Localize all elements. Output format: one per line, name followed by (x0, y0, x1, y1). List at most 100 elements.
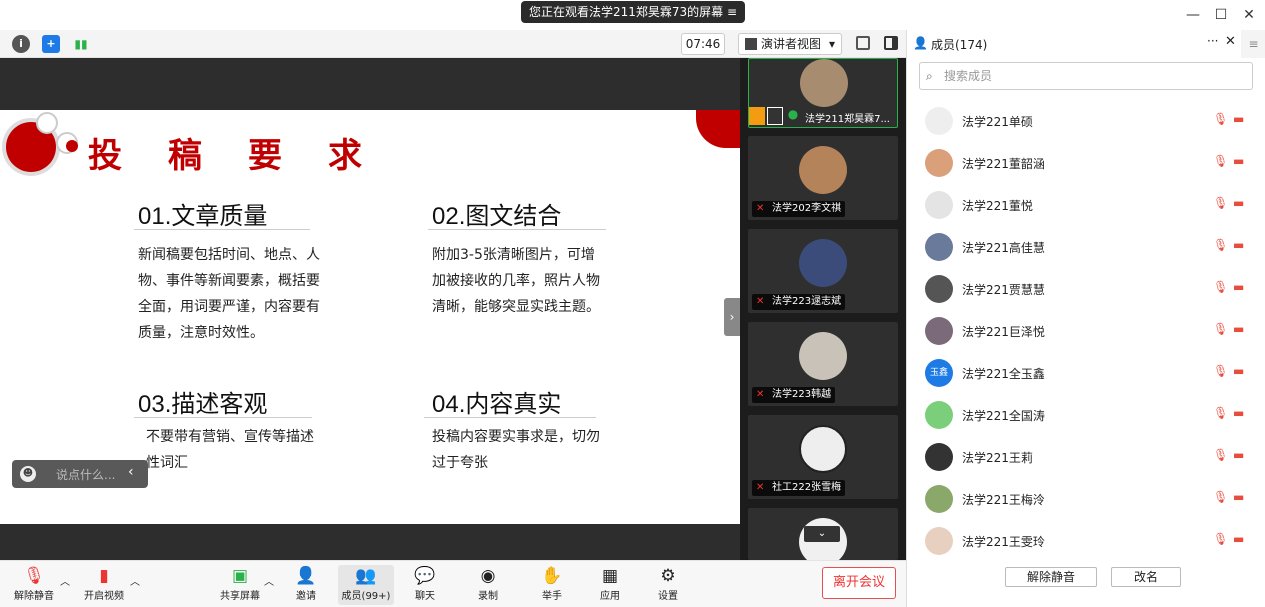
avatar (925, 107, 953, 135)
apps-icon: ▦ (601, 566, 619, 586)
chat-input[interactable]: ☻ 说点什么... ‹ (12, 460, 148, 488)
member-row[interactable]: 法学221高佳慧 🎙 ▬ (907, 226, 1257, 268)
camera-off-icon: ▬ (1233, 112, 1245, 126)
avatar (925, 485, 953, 513)
fullscreen-icon[interactable] (856, 36, 870, 50)
mic-muted-icon: 🎙 (1213, 532, 1229, 546)
settings-button[interactable]: ⚙ 设置 (640, 565, 696, 605)
emoji-icon[interactable]: ☻ (20, 466, 36, 482)
tile-name: 法学202李文祺 (752, 201, 846, 217)
member-row[interactable]: 法学221单硕 🎙 ▬ (907, 100, 1257, 142)
member-row[interactable]: 法学221王梅泠 🎙 ▬ (907, 478, 1257, 520)
member-row[interactable]: 法学221全国涛 🎙 ▬ (907, 394, 1257, 436)
raise-hand-button[interactable]: ✋ 举手 (524, 565, 580, 605)
chevron-up-icon[interactable]: ︿ (264, 573, 274, 588)
members-button[interactable]: 👥 成员(99+) (338, 565, 394, 605)
member-row[interactable]: 法学221巨泽悦 🎙 ▬ (907, 310, 1257, 352)
close-button[interactable]: ✕ (1239, 6, 1259, 24)
video-tile[interactable]: 法学223逯志斌 (748, 229, 898, 313)
camera-off-icon: ▬ (1233, 448, 1245, 462)
video-tile[interactable]: 法学202李文祺 (748, 136, 898, 220)
invite-button[interactable]: 👤 邀请 (278, 565, 334, 605)
section-4-body: 投稿内容要实事求是，切勿过于夸张 (432, 429, 600, 471)
slide-logo (6, 112, 78, 172)
leave-meeting-button[interactable]: 离开会议 (822, 567, 896, 599)
member-name: 法学221高佳慧 (962, 241, 1045, 255)
member-name: 法学221贾慧慧 (962, 283, 1045, 297)
video-tile[interactable]: ⌄ (748, 508, 898, 566)
meeting-toolbar: i + ▮▮ 07:46 演讲者视图 ▾ (0, 30, 906, 58)
share-screen-icon: ▣ (231, 566, 249, 586)
tile-name: 法学223逯志斌 (752, 294, 846, 310)
camera-off-icon: ▬ (1233, 364, 1245, 378)
member-row[interactable]: 法学221贾慧慧 🎙 ▬ (907, 268, 1257, 310)
speaker-view-icon (745, 38, 757, 50)
apps-label: 应用 (600, 591, 620, 602)
search-icon: ⌕ (926, 69, 933, 83)
record-icon: ◉ (480, 566, 496, 586)
avatar (799, 146, 847, 194)
add-user-icon: 👤 (295, 566, 317, 586)
member-row[interactable]: 法学221董韶涵 🎙 ▬ (907, 142, 1257, 184)
chat-button[interactable]: 💬 聊天 (397, 565, 453, 605)
minimize-button[interactable]: — (1183, 6, 1203, 24)
mic-muted-icon: 🎙 (1213, 280, 1229, 294)
maximize-button[interactable]: ☐ (1211, 6, 1231, 24)
chevron-up-icon[interactable]: ︿ (130, 573, 140, 588)
title-bar: 您正在观看法学211郑昊霖73的屏幕 ≡ — ☐ ✕ (0, 0, 1265, 30)
collapse-icon[interactable]: ‹ (128, 464, 134, 480)
avatar: 玉鑫 (925, 359, 953, 387)
camera-off-icon: ▬ (1233, 490, 1245, 504)
member-search-input[interactable]: ⌕ 搜索成员 (919, 62, 1253, 90)
member-row[interactable]: 法学221王雯玲 🎙 ▬ (907, 520, 1257, 562)
view-label: 演讲者视图 (761, 37, 822, 51)
camera-off-icon: ▬ (1233, 322, 1245, 336)
panel-menu-icon[interactable]: ≡ (1241, 30, 1265, 58)
scroll-down-icon[interactable]: ⌄ (804, 526, 840, 542)
menu-icon[interactable]: ≡ (727, 1, 737, 23)
expand-strip-handle[interactable]: › (724, 298, 740, 336)
camera-off-icon: ▬ (1233, 532, 1245, 546)
mic-muted-icon: 🎙 (1213, 406, 1229, 420)
rename-button[interactable]: 改名 (1111, 567, 1181, 587)
record-button[interactable]: ◉ 录制 (460, 565, 516, 605)
member-row[interactable]: 法学221董悦 🎙 ▬ (907, 184, 1257, 226)
share-screen-button[interactable]: ▣ 共享屏幕 (212, 565, 268, 605)
signal-icon[interactable]: ▮▮ (72, 35, 90, 53)
screen-share-icon (767, 107, 783, 125)
share-banner-text: 您正在观看法学211郑昊霖73的屏幕 (529, 5, 724, 19)
member-name: 法学221单硕 (962, 115, 1033, 129)
chevron-up-icon[interactable]: ︿ (60, 573, 70, 588)
avatar (799, 425, 847, 473)
start-video-button[interactable]: ▮ 开启视频 (76, 565, 132, 605)
more-icon[interactable]: ··· (1207, 34, 1218, 48)
unmute-button[interactable]: 🎙 解除静音 (6, 565, 62, 605)
view-selector[interactable]: 演讲者视图 ▾ (738, 33, 842, 55)
mic-muted-icon: 🎙 (1213, 112, 1229, 126)
layout-icon[interactable] (884, 36, 898, 50)
divider (428, 229, 606, 230)
members-panel: 👤 成员(174) ··· ✕ ≡ ⌕ 搜索成员 法学221单硕 🎙 ▬ 法学221… (906, 30, 1265, 607)
share-banner[interactable]: 您正在观看法学211郑昊霖73的屏幕 ≡ (521, 1, 745, 23)
video-tile[interactable]: ● 法学211郑昊霖7... (748, 58, 898, 128)
hand-icon: ✋ (541, 566, 563, 586)
info-icon[interactable]: i (12, 35, 30, 53)
video-tile[interactable]: 法学223韩越 (748, 322, 898, 406)
camera-off-icon: ▬ (1233, 280, 1245, 294)
member-row[interactable]: 法学221王莉 🎙 ▬ (907, 436, 1257, 478)
search-placeholder: 搜索成员 (944, 69, 993, 83)
slide-top-band (0, 58, 740, 110)
video-tile[interactable]: 社工222张雪梅 (748, 415, 898, 499)
close-panel-icon[interactable]: ✕ (1225, 34, 1236, 49)
avatar (800, 59, 848, 107)
shield-icon[interactable]: + (42, 35, 60, 53)
settings-label: 设置 (658, 591, 678, 602)
member-name: 法学221董悦 (962, 199, 1033, 213)
video-strip: ● 法学211郑昊霖7... 法学202李文祺 法学223逯志斌 法学223韩越… (740, 58, 906, 566)
apps-button[interactable]: ▦ 应用 (582, 565, 638, 605)
camera-off-icon: ▬ (1233, 238, 1245, 252)
chevron-down-icon: ▾ (828, 37, 835, 51)
tile-name: 法学211郑昊霖7... (805, 114, 890, 125)
unmute-all-button[interactable]: 解除静音 (1005, 567, 1097, 587)
member-row[interactable]: 玉鑫 法学221全玉鑫 🎙 ▬ (907, 352, 1257, 394)
